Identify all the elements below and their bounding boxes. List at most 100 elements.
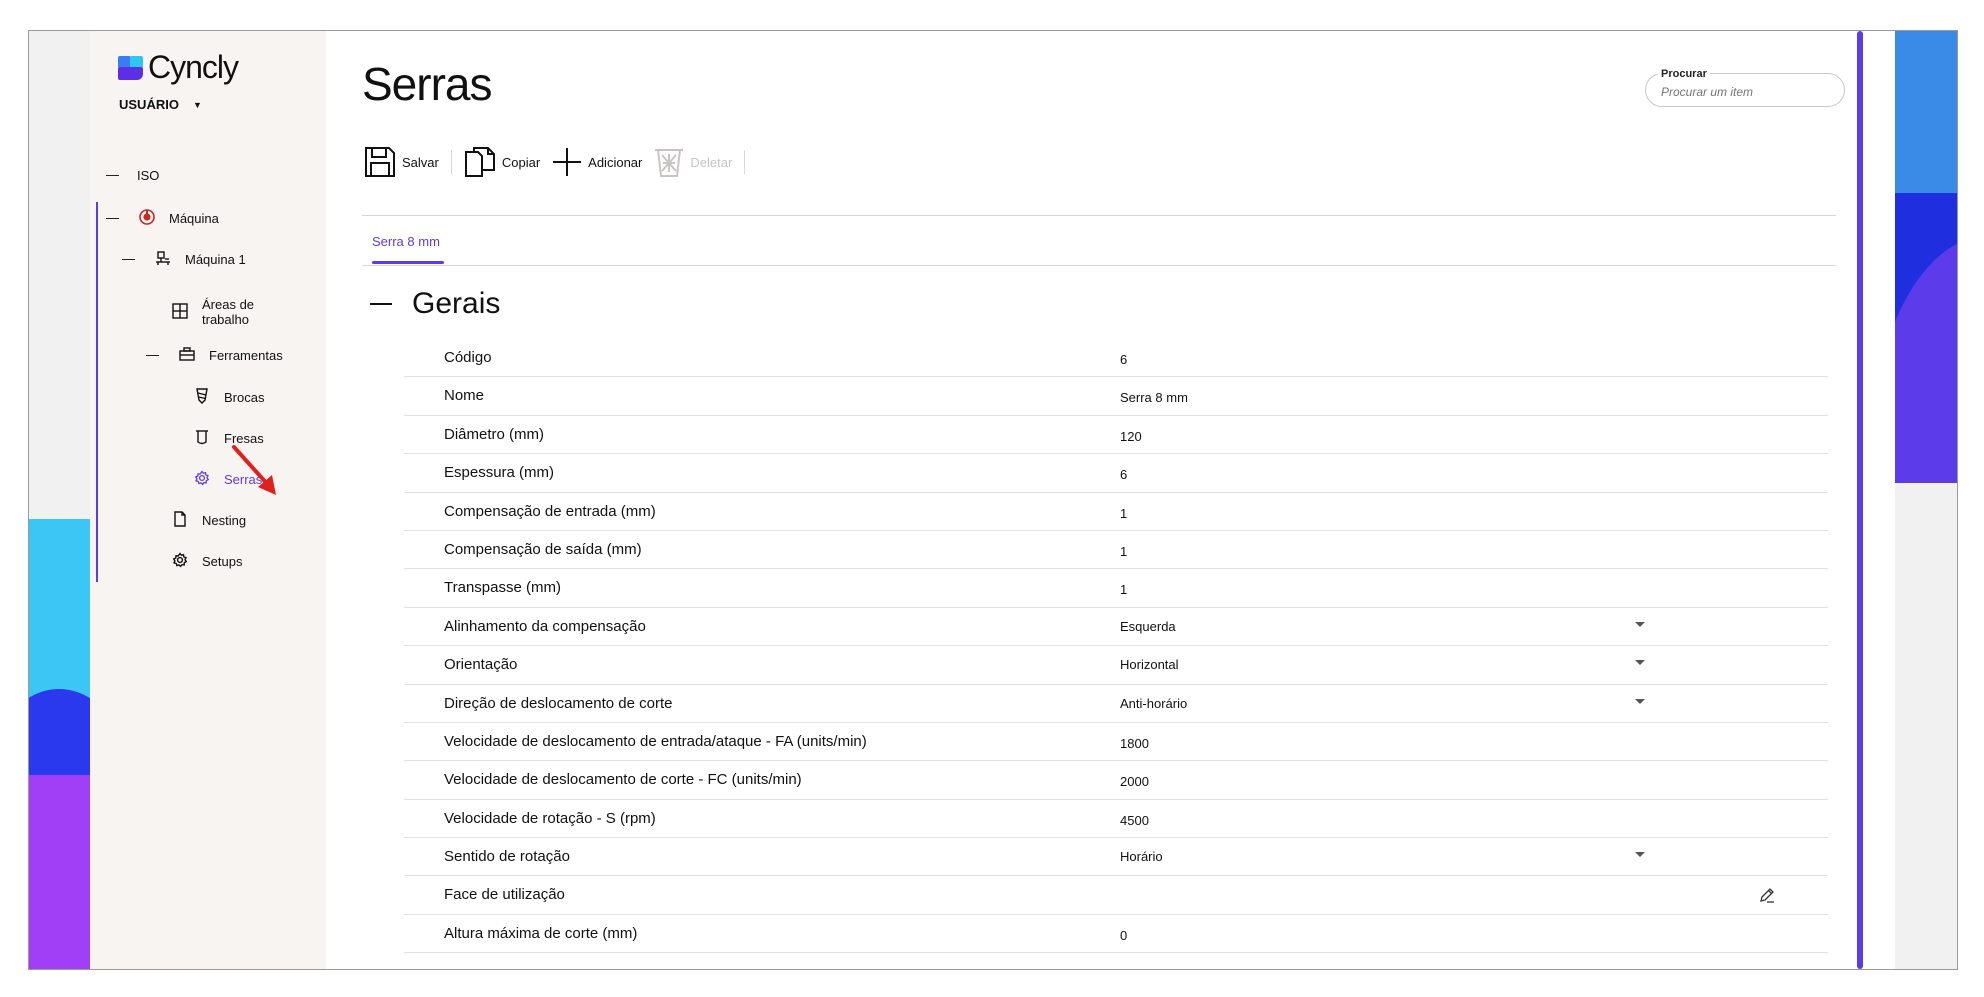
property-label: Altura máxima de corte (mm) xyxy=(444,924,638,942)
property-row: Face de utilização xyxy=(404,876,1828,915)
property-row: Orientação Horizontal xyxy=(404,646,1828,685)
sidebar-item-setups[interactable]: Setups xyxy=(170,552,242,571)
property-row: Velocidade de deslocamento de corte - FC… xyxy=(404,761,1828,800)
tab-serra-8mm[interactable]: Serra 8 mm xyxy=(372,234,440,249)
sidebar-item-label: Máquina xyxy=(169,211,219,226)
sidebar-item-label: ISO xyxy=(137,168,160,183)
gear-icon xyxy=(170,552,190,571)
search-box[interactable]: Procurar xyxy=(1645,68,1845,107)
properties-table: Código 6 Nome Serra 8 mm Diâmetro (mm) 120 Esp… xyxy=(404,339,1828,954)
property-value[interactable]: 1 xyxy=(1120,582,1127,597)
property-row: Sentido de rotação Horário xyxy=(404,838,1828,877)
logo-text: Cyncly xyxy=(148,49,239,85)
property-select[interactable]: Anti-horário xyxy=(1120,696,1187,711)
property-label: Diâmetro (mm) xyxy=(444,425,544,443)
document-icon xyxy=(170,511,190,530)
machine-unit-icon xyxy=(153,250,173,269)
add-button[interactable]: Adicionar xyxy=(552,147,654,177)
section-header-gerais[interactable]: Gerais xyxy=(370,287,500,321)
property-value[interactable]: 120 xyxy=(1120,429,1142,444)
user-menu[interactable]: USUÁRIO ▼ xyxy=(119,97,202,112)
plus-icon xyxy=(552,147,582,177)
property-value[interactable]: 4500 xyxy=(1120,813,1149,828)
property-row: Velocidade de rotação - S (rpm) 4500 xyxy=(404,800,1828,839)
app-window: Cyncly USUÁRIO ▼ ISO Máquina Máquina 1 Á… xyxy=(28,30,1958,970)
dropdown-caret-icon[interactable] xyxy=(1635,852,1645,858)
property-label: Sentido de rotação xyxy=(444,848,570,866)
property-row: Compensação de entrada (mm) 1 xyxy=(404,493,1828,531)
property-label: Velocidade de deslocamento de corte - FC… xyxy=(444,771,802,789)
drill-icon xyxy=(192,388,212,407)
property-select[interactable]: Horizontal xyxy=(1120,657,1179,672)
dropdown-caret-icon[interactable] xyxy=(1635,621,1645,627)
property-row: Nome Serra 8 mm xyxy=(404,377,1828,416)
dropdown-caret-icon[interactable] xyxy=(1635,698,1645,704)
page-title: Serras xyxy=(362,58,492,110)
property-row: Velocidade de deslocamento de entrada/at… xyxy=(404,723,1828,762)
caret-down-icon: ▼ xyxy=(192,99,202,110)
sidebar-item-label: Áreas de trabalho xyxy=(202,297,255,327)
property-label: Velocidade de deslocamento de entrada/at… xyxy=(444,732,867,750)
save-label: Salvar xyxy=(402,154,439,170)
delete-label: Deletar xyxy=(690,154,733,170)
property-label: Compensação de entrada (mm) xyxy=(444,502,656,520)
collapse-icon xyxy=(146,355,159,356)
toolbar-divider xyxy=(450,150,452,174)
search-input[interactable] xyxy=(1661,85,1831,99)
mill-icon xyxy=(192,429,212,448)
scrollbar[interactable] xyxy=(1857,31,1863,969)
grid-icon xyxy=(170,302,190,322)
property-row: Código 6 xyxy=(404,339,1828,378)
annotation-arrow-icon xyxy=(232,445,276,495)
sidebar-item-label: Setups xyxy=(202,554,243,569)
property-row: Diâmetro (mm) 120 xyxy=(404,416,1828,455)
sidebar-item-brocas[interactable]: Brocas xyxy=(192,388,264,407)
dropdown-caret-icon[interactable] xyxy=(1635,660,1645,666)
property-label: Espessura (mm) xyxy=(444,464,555,482)
property-select[interactable]: Esquerda xyxy=(1120,619,1176,634)
property-value[interactable]: 1 xyxy=(1120,544,1127,559)
property-row: Alinhamento da compensação Esquerda xyxy=(404,608,1828,647)
copy-label: Copiar xyxy=(501,154,541,170)
copy-button[interactable]: Copiar xyxy=(464,146,552,178)
property-value[interactable]: Serra 8 mm xyxy=(1120,390,1188,405)
main-content: Serras Procurar Salvar Copiar xyxy=(326,31,1856,969)
property-value[interactable]: 6 xyxy=(1120,467,1127,482)
search-label: Procurar xyxy=(1658,68,1710,80)
collapse-icon xyxy=(122,259,135,260)
decorative-left-strip xyxy=(29,31,90,969)
sidebar-item-label: Máquina 1 xyxy=(185,252,246,267)
property-label: Face de utilização xyxy=(444,886,565,904)
property-label: Orientação xyxy=(444,656,518,674)
property-value[interactable]: 1800 xyxy=(1120,736,1149,751)
property-label: Código xyxy=(444,349,492,366)
property-value[interactable]: 1 xyxy=(1120,506,1127,521)
property-row: Direção de deslocamento de corte Anti-hor… xyxy=(404,685,1828,723)
collapse-icon xyxy=(370,303,392,305)
active-tab-indicator xyxy=(372,261,444,264)
sidebar-item-maquina-1[interactable]: Máquina 1 xyxy=(122,250,246,269)
edit-icon[interactable] xyxy=(1758,886,1776,909)
property-value[interactable]: 0 xyxy=(1120,928,1127,943)
property-row: Espessura (mm) 6 xyxy=(404,454,1828,493)
delete-button[interactable]: Deletar xyxy=(654,146,744,178)
sidebar-item-iso[interactable]: ISO xyxy=(106,168,159,183)
property-value[interactable]: 6 xyxy=(1120,352,1127,367)
sidebar-item-nesting[interactable]: Nesting xyxy=(170,511,246,530)
property-label: Compensação de saída (mm) xyxy=(444,540,642,558)
property-label: Direção de deslocamento de corte xyxy=(444,694,673,712)
user-label: USUÁRIO xyxy=(119,97,179,112)
toolbar-divider xyxy=(744,150,746,174)
divider xyxy=(362,215,1836,216)
sidebar-item-ferramentas[interactable]: Ferramentas xyxy=(146,347,283,364)
toolbar: Salvar Copiar Adicionar Deletar xyxy=(364,145,757,179)
sidebar-item-maquina[interactable]: Máquina xyxy=(106,209,219,228)
tree-indent-line xyxy=(96,202,98,582)
sidebar-item-label: Ferramentas xyxy=(209,348,283,363)
logo: Cyncly xyxy=(118,49,239,86)
save-button[interactable]: Salvar xyxy=(364,146,451,178)
sidebar-item-areas-de-trabalho[interactable]: Áreas de trabalho xyxy=(170,297,254,327)
property-select[interactable]: Horário xyxy=(1120,849,1163,864)
property-value[interactable]: 2000 xyxy=(1120,774,1149,789)
property-row: Transpasse (mm) 1 xyxy=(404,569,1828,608)
